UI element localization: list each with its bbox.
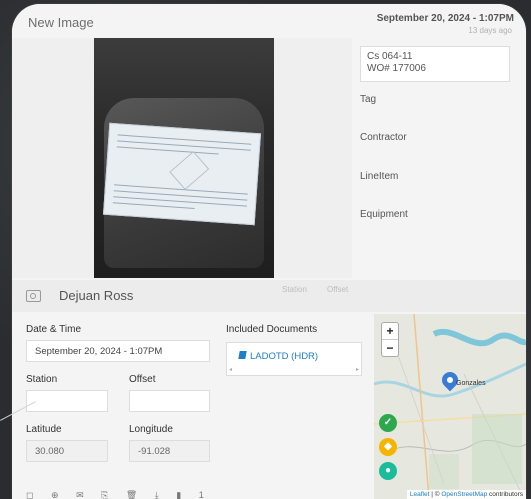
copy-icon[interactable]: ⎘ (101, 490, 108, 499)
map-town-label: Gonzales (456, 380, 486, 387)
captured-photo[interactable] (94, 38, 274, 278)
notes-field[interactable]: Cs 064-11 WO# 177006 (360, 46, 510, 82)
scroll-left-arrow[interactable]: ◂ (229, 366, 232, 373)
notes-line-1: Cs 064-11 (367, 51, 413, 62)
offset-hint: Offset (327, 285, 349, 294)
tag-label[interactable]: Tag (360, 94, 376, 105)
offset-field[interactable] (129, 390, 210, 412)
latitude-label: Latitude (26, 424, 62, 435)
documents-list: LADOTD (HDR) ◂ ▸ (226, 342, 362, 376)
document-link-label: LADOTD (HDR) (250, 351, 319, 362)
download-icon[interactable]: ⤓ (155, 490, 159, 499)
mail-icon[interactable]: ✉ (76, 490, 84, 499)
relative-time: 13 days ago (468, 26, 512, 35)
document-icon (238, 351, 247, 359)
square-icon[interactable]: ◻ (26, 490, 33, 499)
leaflet-link[interactable]: Leaflet (410, 491, 430, 498)
map-attribution: Leaflet | © OpenStreetMap contributors (406, 490, 526, 499)
equipment-label[interactable]: Equipment (360, 209, 408, 220)
documents-label: Included Documents (226, 324, 318, 335)
zoom-out-button[interactable]: − (382, 340, 398, 356)
osm-link[interactable]: OpenStreetMap (441, 491, 487, 498)
station-label: Station (26, 374, 58, 385)
longitude-label: Longitude (129, 424, 173, 435)
camera-icon (26, 290, 41, 302)
document-link[interactable]: LADOTD (HDR) (238, 351, 319, 362)
notes-line-2: WO# 177006 (367, 63, 426, 74)
zoom-controls: + − (381, 322, 399, 357)
scroll-right-arrow[interactable]: ▸ (356, 366, 359, 373)
user-row: Dejuan Ross Station Offset (12, 280, 526, 312)
photo-area (12, 38, 352, 278)
trash-icon[interactable]: 🗑 (126, 490, 137, 499)
card-header: New Image September 20, 2024 - 1:07PM 13… (12, 4, 526, 40)
metadata-column: Cs 064-11 WO# 177006 Tag Contractor Line… (360, 46, 520, 220)
longitude-field[interactable]: -91.028 (129, 440, 210, 462)
user-name: Dejuan Ross (59, 288, 134, 303)
capture-datetime: September 20, 2024 - 1:07PM (376, 13, 514, 24)
marker-icon[interactable]: ● (379, 462, 397, 480)
documents-icon[interactable]: ▮ 1 (176, 490, 218, 499)
latitude-field[interactable]: 30.080 (26, 440, 108, 462)
datetime-field[interactable]: September 20, 2024 - 1:07PM (26, 340, 210, 362)
page-title: New Image (28, 15, 94, 30)
station-hint: Station (282, 285, 307, 294)
datetime-label: Date & Time (26, 324, 82, 335)
location-map[interactable]: + − Gonzales ✓ ◆ ● Leaflet | © OpenStree… (374, 314, 526, 499)
check-icon[interactable]: ✓ (379, 414, 397, 432)
document-in-photo (102, 122, 262, 226)
zoom-in-button[interactable]: + (382, 323, 398, 340)
zoom-icon[interactable]: ⊕ (51, 490, 59, 499)
document-count: 1 (198, 490, 204, 499)
warning-icon[interactable]: ◆ (379, 438, 397, 456)
action-toolbar: ◻ ⊕ ✉ ⎘ 🗑 ⤓ ▮ 1 (26, 490, 234, 499)
image-detail-card: New Image September 20, 2024 - 1:07PM 13… (12, 4, 526, 499)
detail-form: Date & Time September 20, 2024 - 1:07PM … (12, 312, 372, 499)
station-field[interactable] (26, 390, 108, 412)
lineitem-label[interactable]: LineItem (360, 171, 398, 182)
contractor-label[interactable]: Contractor (360, 132, 407, 143)
offset-label: Offset (129, 374, 156, 385)
